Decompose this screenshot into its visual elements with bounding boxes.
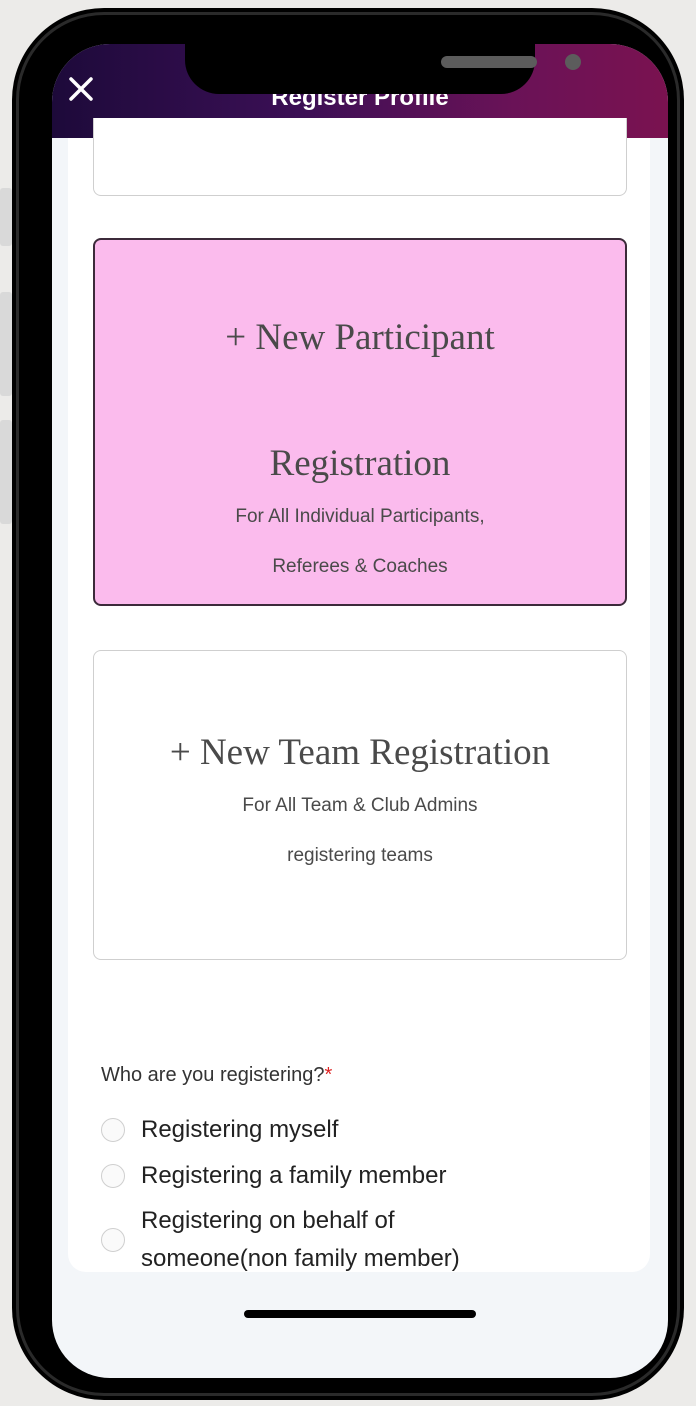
- team-card-subtitle-line2: registering teams: [287, 845, 433, 866]
- phone-side-button-silent: [0, 188, 12, 246]
- participant-card-title-line1: + New Participant: [225, 317, 495, 358]
- participant-card-subtitle-line2: Referees & Coaches: [272, 556, 448, 577]
- radio-button[interactable]: [101, 1164, 125, 1188]
- participant-card-subtitle-line1: For All Individual Participants,: [235, 506, 485, 527]
- radio-option-family-member[interactable]: Registering a family member: [101, 1157, 446, 1195]
- new-participant-registration-card[interactable]: + New Participant Registration For All I…: [93, 238, 627, 606]
- radio-label: Registering a family member: [141, 1162, 447, 1189]
- radio-option-on-behalf[interactable]: Registering on behalf of someone(non fam…: [101, 1202, 460, 1278]
- registration-form-card: + New Participant Registration For All I…: [68, 118, 650, 1272]
- phone-side-button-volume-up: [0, 292, 12, 396]
- radio-label: Registering myself: [141, 1116, 339, 1143]
- new-team-registration-card[interactable]: + New Team Registration For All Team & C…: [93, 650, 627, 960]
- question-text: Who are you registering?: [101, 1064, 325, 1086]
- participant-card-title-line2: Registration: [269, 443, 451, 484]
- radio-option-myself[interactable]: Registering myself: [101, 1111, 338, 1149]
- phone-side-button-volume-down: [0, 420, 12, 524]
- team-card-title: + New Team Registration: [169, 732, 551, 773]
- radio-label-line1: Registering on behalf of: [141, 1207, 395, 1234]
- radio-button[interactable]: [101, 1228, 125, 1252]
- team-card-subtitle-line1: For All Team & Club Admins: [242, 795, 478, 816]
- phone-notch: [185, 44, 581, 94]
- phone-screen: Register Profile + New Participant Regis…: [52, 44, 668, 1378]
- speaker-grille: [441, 56, 537, 68]
- registering-question-label: Who are you registering?*: [101, 1064, 332, 1087]
- radio-button[interactable]: [101, 1118, 125, 1142]
- required-asterisk: *: [324, 1064, 333, 1086]
- radio-label: Registering on behalf of someone(non fam…: [141, 1202, 460, 1278]
- previous-option-card[interactable]: [93, 118, 627, 196]
- front-camera: [565, 54, 581, 70]
- radio-label-line2: someone(non family member): [141, 1245, 460, 1272]
- home-indicator[interactable]: [244, 1310, 476, 1318]
